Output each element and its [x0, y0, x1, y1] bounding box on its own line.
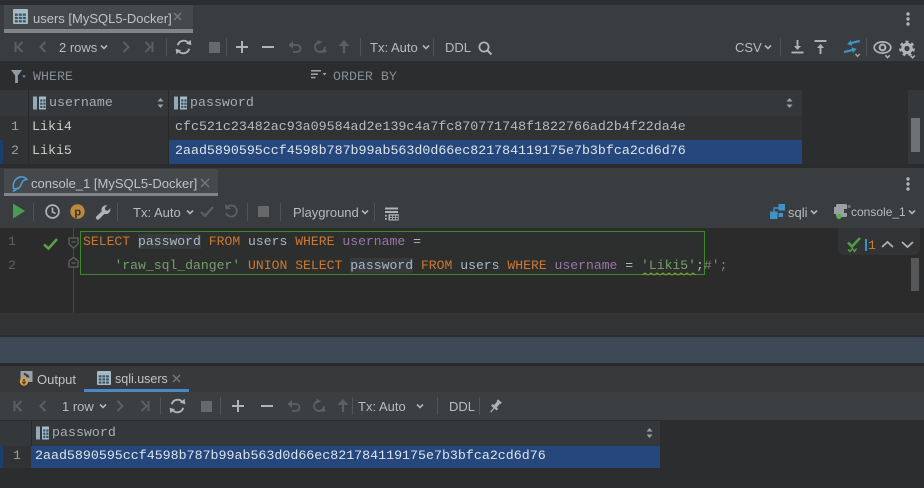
svg-text:p: p — [74, 206, 81, 218]
